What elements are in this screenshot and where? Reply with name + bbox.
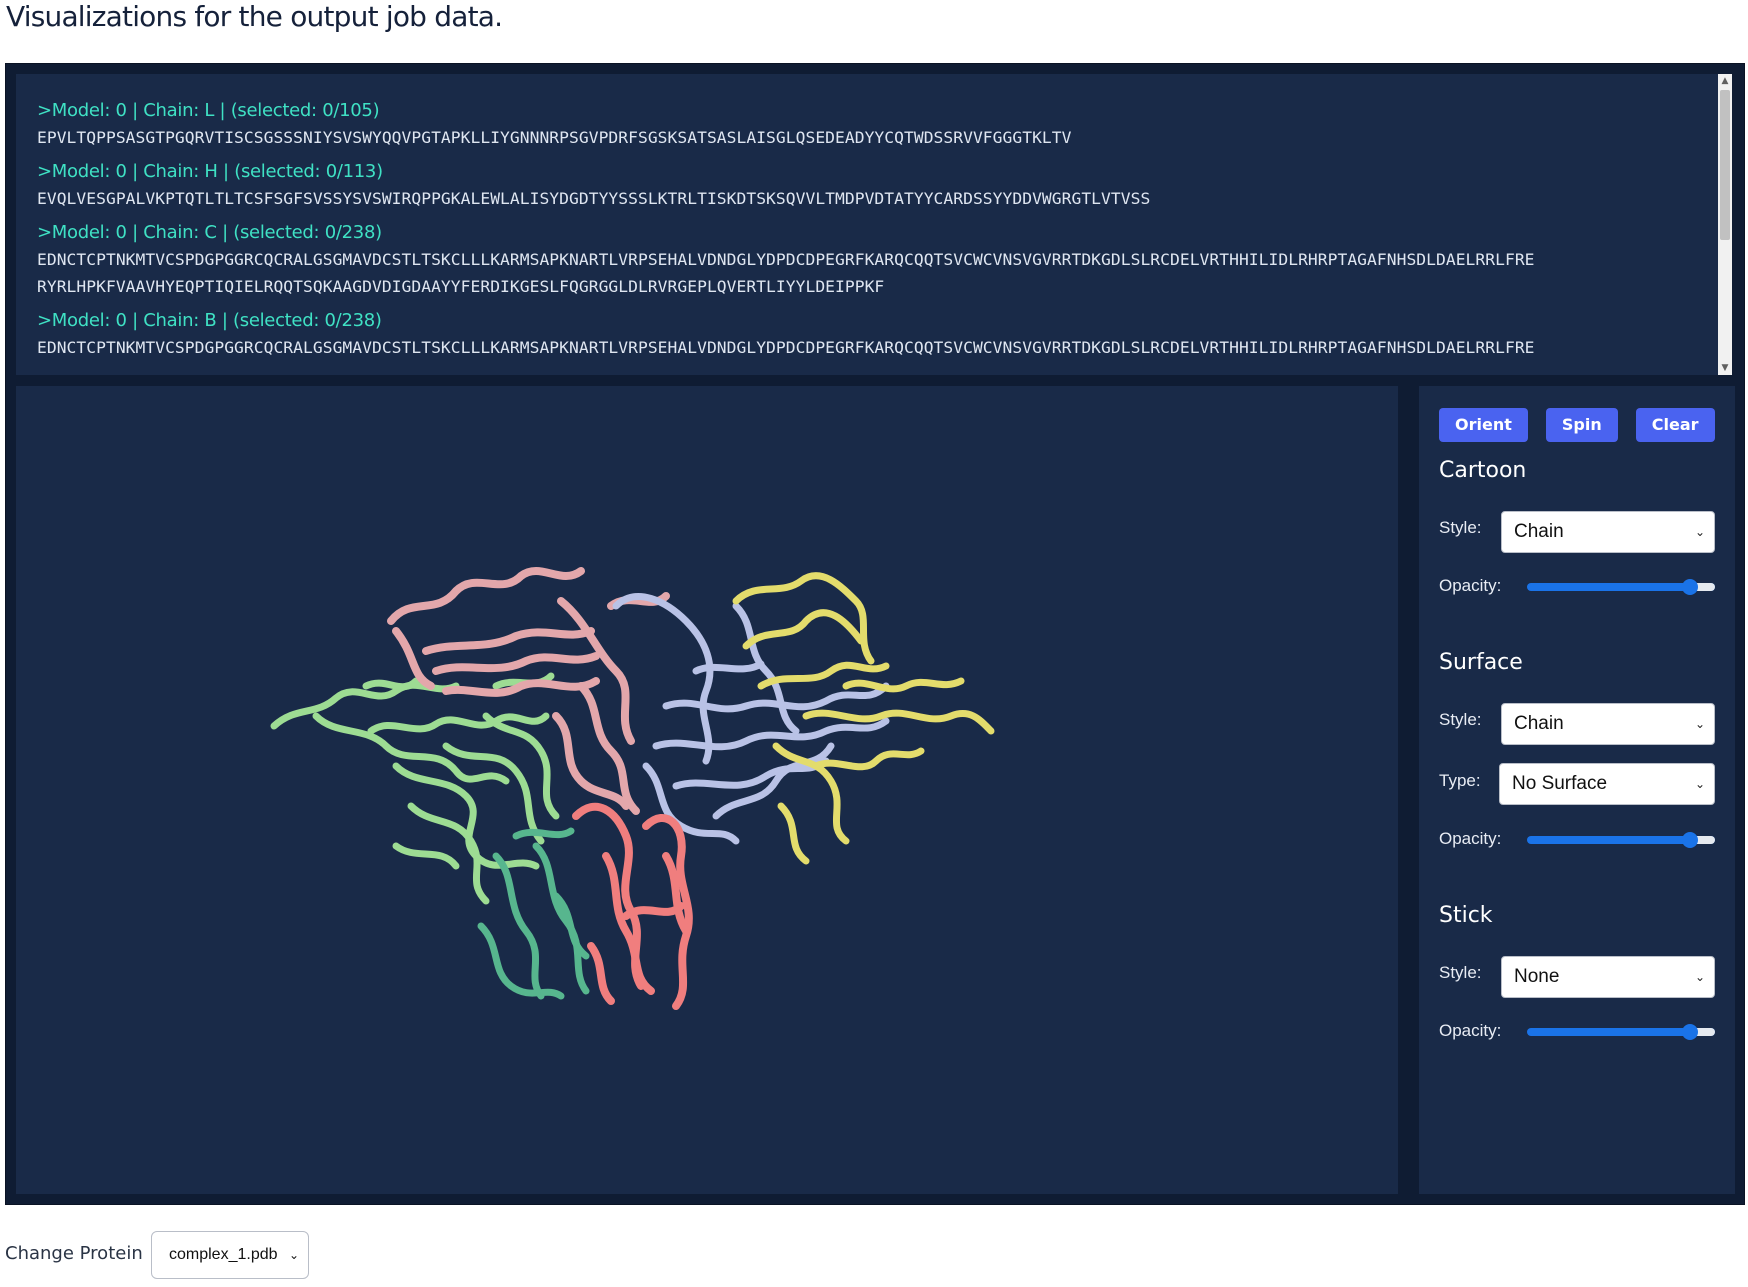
scrollbar-thumb[interactable] xyxy=(1720,90,1730,240)
spin-button[interactable]: Spin xyxy=(1545,408,1618,442)
sequence-list: >Model: 0 | Chain: L | (selected: 0/105)… xyxy=(37,94,1707,369)
sequence-scrollbar[interactable]: ▲ ▼ xyxy=(1718,74,1732,375)
sequence-line[interactable]: EVQLVESGPALVKPTQTLTLTCSFSGFSVSSYSVSWIRQP… xyxy=(37,185,1707,212)
surface-opacity-slider[interactable] xyxy=(1527,832,1715,848)
cartoon-section-title: Cartoon xyxy=(1439,458,1527,483)
sequence-header-chain-l[interactable]: >Model: 0 | Chain: L | (selected: 0/105) xyxy=(37,98,1707,124)
molecule-3d-canvas[interactable] xyxy=(16,386,1398,1194)
stick-style-label: Style: xyxy=(1439,963,1482,982)
slider-thumb[interactable] xyxy=(1682,1024,1698,1040)
ribbon-chain-green xyxy=(270,672,560,905)
clear-button[interactable]: Clear xyxy=(1635,408,1715,442)
surface-style-select[interactable]: Chain ⌄ xyxy=(1501,703,1715,745)
sequence-header-chain-c[interactable]: >Model: 0 | Chain: C | (selected: 0/238) xyxy=(37,220,1707,246)
sequence-residues-chain-h[interactable]: EVQLVESGPALVKPTQTLTLTCSFSGFSVSSYSVSWIRQP… xyxy=(37,185,1707,212)
protein-select[interactable]: complex_1.pdb ⌄ xyxy=(151,1231,309,1279)
cartoon-style-select[interactable]: Chain ⌄ xyxy=(1501,511,1715,553)
chevron-down-icon: ⌄ xyxy=(1694,717,1705,731)
sequence-residues-chain-c[interactable]: EDNCTCPTNKMTVCSPDGPGGRCQCRALGSGMAVDCSTLT… xyxy=(37,246,1707,300)
stick-style-value: None xyxy=(1514,966,1560,987)
sequence-header-chain-b[interactable]: >Model: 0 | Chain: B | (selected: 0/238) xyxy=(37,308,1707,334)
stick-opacity-slider[interactable] xyxy=(1527,1024,1715,1040)
sequence-header-chain-h[interactable]: >Model: 0 | Chain: H | (selected: 0/113) xyxy=(37,159,1707,185)
surface-type-label: Type: xyxy=(1439,771,1481,790)
ribbon-chain-yellow xyxy=(732,572,995,865)
chevron-down-icon: ⌄ xyxy=(1694,970,1705,984)
slider-thumb[interactable] xyxy=(1682,832,1698,848)
surface-style-value: Chain xyxy=(1514,713,1564,734)
sequence-residues-chain-l[interactable]: EPVLTQPPSASGTPGQRVTISCSGSSSNIYSVSWYQQVPG… xyxy=(37,124,1707,151)
ribbon-chain-salmon xyxy=(572,802,693,1010)
surface-style-label: Style: xyxy=(1439,710,1482,729)
cartoon-opacity-slider[interactable] xyxy=(1527,579,1715,595)
action-buttons: Orient Spin Clear xyxy=(1439,408,1715,442)
sequence-line[interactable]: RYRLHPKFVAAVHYEQPTIQIELRQQTSQKAAGDVDIGDA… xyxy=(37,273,1707,300)
scroll-up-arrow-icon[interactable]: ▲ xyxy=(1718,74,1732,88)
controls-panel: Orient Spin Clear Cartoon Style: Chain ⌄… xyxy=(1419,386,1735,1194)
sequence-line[interactable]: EPVLTQPPSASGTPGQRVTISCSGSSSNIYSVSWYQQVPG… xyxy=(37,124,1707,151)
stick-style-select[interactable]: None ⌄ xyxy=(1501,956,1715,998)
chevron-down-icon: ⌄ xyxy=(288,1248,299,1262)
surface-type-select[interactable]: No Surface ⌄ xyxy=(1499,763,1715,805)
stick-opacity-label: Opacity: xyxy=(1439,1021,1502,1040)
surface-section-title: Surface xyxy=(1439,650,1523,675)
sequence-line[interactable]: EDNCTCPTNKMTVCSPDGPGGRCQCRALGSGMAVDCSTLT… xyxy=(37,246,1707,273)
sequence-panel[interactable]: >Model: 0 | Chain: L | (selected: 0/105)… xyxy=(16,74,1732,375)
change-protein-label: Change Protein xyxy=(5,1243,143,1264)
slider-thumb[interactable] xyxy=(1682,579,1698,595)
sequence-line[interactable]: EDNCTCPTNKMTVCSPDGPGGRCQCRALGSGMAVDCSTLT… xyxy=(37,334,1707,361)
stick-section-title: Stick xyxy=(1439,903,1493,928)
orient-button[interactable]: Orient xyxy=(1439,408,1528,442)
viewer-frame: >Model: 0 | Chain: L | (selected: 0/105)… xyxy=(5,63,1745,1205)
protein-ribbon-render xyxy=(270,567,995,1010)
sequence-residues-chain-b[interactable]: EDNCTCPTNKMTVCSPDGPGGRCQCRALGSGMAVDCSTLT… xyxy=(37,334,1707,361)
protein-select-value: complex_1.pdb xyxy=(169,1246,278,1263)
chevron-down-icon: ⌄ xyxy=(1694,525,1705,539)
scroll-down-arrow-icon[interactable]: ▼ xyxy=(1718,361,1732,375)
surface-type-value: No Surface xyxy=(1512,773,1608,794)
cartoon-style-value: Chain xyxy=(1514,521,1564,542)
page-title: Visualizations for the output job data. xyxy=(6,0,503,33)
cartoon-opacity-label: Opacity: xyxy=(1439,576,1502,595)
ribbon-chain-teal xyxy=(477,827,590,1000)
surface-opacity-label: Opacity: xyxy=(1439,829,1502,848)
cartoon-style-label: Style: xyxy=(1439,518,1482,537)
chevron-down-icon: ⌄ xyxy=(1694,777,1705,791)
